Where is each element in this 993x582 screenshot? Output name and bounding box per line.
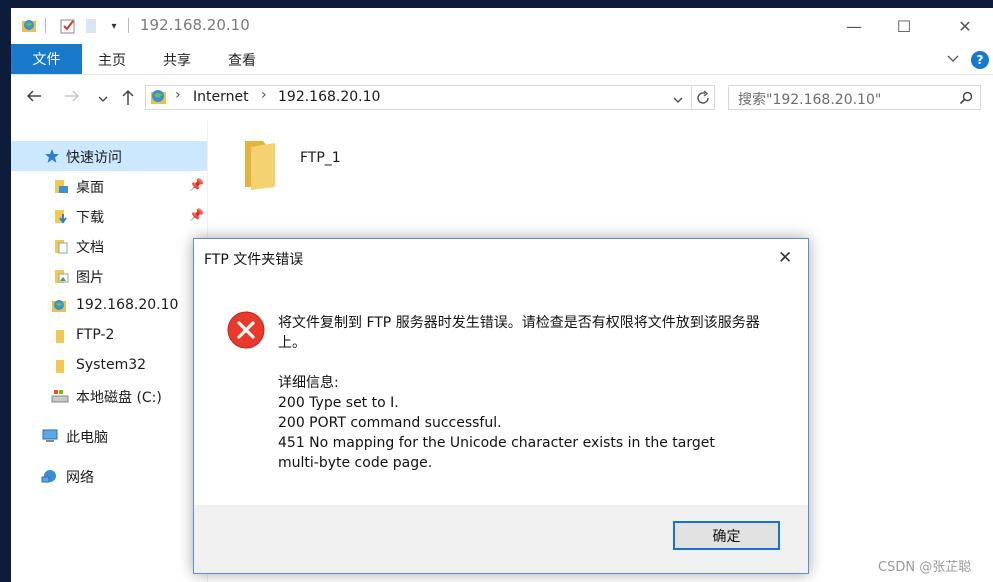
help-icon[interactable]: ? [971,51,989,69]
star-icon [44,148,60,164]
dialog-footer: 确定 [194,505,808,573]
nav-label: 本地磁盘 (C:) [76,390,162,406]
search-box[interactable]: 搜索"192.168.20.10" [728,85,981,110]
details-line: 200 PORT command successful. [278,415,502,431]
navigation-pane: 快速访问 桌面 📌 下载 📌 文档 图片 192.168.20.10 FTP-2… [11,119,208,582]
nav-label: 文档 [76,240,104,256]
network-location-icon [51,297,67,313]
details-line: 451 No mapping for the Unicode character… [278,435,715,451]
folder-label: FTP_1 [300,150,341,166]
nav-label: 192.168.20.10 [76,297,179,313]
recent-locations-icon[interactable] [97,90,109,109]
back-button[interactable] [25,88,43,108]
nav-this-pc[interactable]: 此电脑 [11,421,207,451]
computer-icon [41,428,58,444]
nav-label: 此电脑 [66,430,108,446]
dialog-close-button[interactable]: ✕ [778,248,792,268]
nav-item-system32[interactable]: System32 [11,351,207,381]
explorer-app-icon[interactable] [20,17,40,35]
ribbon: 文件 主页 共享 查看 [11,44,993,75]
details-line: multi-byte code page. [278,455,433,471]
documents-folder-icon [53,238,69,254]
title-bar: ▾ 192.168.20.10 — ☐ ✕ [11,8,993,44]
navigation-bar: › Internet › 192.168.20.10 搜索"192.168.20… [11,75,993,119]
network-location-icon [149,87,169,111]
error-details: 详细信息: 200 Type set to I. 200 PORT comman… [278,373,778,473]
nav-item-ftp2[interactable]: FTP-2 [11,321,207,351]
nav-quick-access[interactable]: 快速访问 [11,141,207,171]
desktop-folder-icon [53,178,69,194]
properties-icon[interactable] [58,17,78,35]
ftp-error-dialog: FTP 文件夹错误 ✕ 将文件复制到 FTP 服务器时发生错误。请检查是否有权限… [193,238,809,574]
nav-item-documents[interactable]: 文档 [11,231,207,261]
details-line: 200 Type set to I. [278,395,399,411]
nav-label: FTP-2 [76,327,115,343]
pictures-folder-icon [53,268,69,284]
nav-network[interactable]: 网络 [11,461,207,491]
details-heading: 详细信息: [278,375,339,391]
drive-icon [51,388,69,404]
new-folder-icon[interactable] [83,17,99,35]
tab-view[interactable]: 查看 [228,50,256,70]
downloads-folder-icon [53,208,69,224]
customize-toolbar-icon[interactable]: ▾ [107,17,121,35]
nav-item-local-disk[interactable]: 本地磁盘 (C:) [11,381,207,411]
tab-share[interactable]: 共享 [163,50,191,70]
nav-item-downloads[interactable]: 下载 📌 [11,201,207,231]
dialog-title: FTP 文件夹错误 [204,252,304,268]
nav-label: 网络 [66,470,94,486]
chevron-right-icon: › [175,87,181,103]
breadcrumb-internet[interactable]: Internet [193,89,249,105]
nav-label: 快速访问 [66,150,122,166]
nav-item-desktop[interactable]: 桌面 📌 [11,171,207,201]
toolbar-separator [128,18,129,33]
network-icon [41,468,57,484]
folder-icon [241,137,279,195]
watermark: CSDN @张芷聪 [878,560,972,575]
toolbar-separator [45,18,46,33]
ok-button[interactable]: 确定 [673,521,780,550]
up-button[interactable] [120,88,136,110]
pin-icon[interactable]: 📌 [189,208,204,222]
pin-icon[interactable]: 📌 [189,178,204,192]
nav-item-host[interactable]: 192.168.20.10 [11,291,207,321]
search-placeholder: 搜索"192.168.20.10" [738,92,882,108]
nav-label: 桌面 [76,180,104,196]
breadcrumb-host[interactable]: 192.168.20.10 [278,89,380,105]
window-title: 192.168.20.10 [140,16,250,34]
minimize-button[interactable]: — [831,8,877,44]
expand-ribbon-icon[interactable] [946,50,960,69]
nav-label: System32 [76,357,147,373]
chevron-right-icon: › [261,87,267,103]
tab-home[interactable]: 主页 [98,50,126,70]
error-message: 将文件复制到 FTP 服务器时发生错误。请检查是否有权限将文件放到该服务器上。 [278,315,760,351]
search-icon[interactable] [959,90,973,109]
nav-label: 图片 [76,270,104,286]
nav-item-pictures[interactable]: 图片 [11,261,207,291]
address-dropdown-icon[interactable] [672,91,684,110]
tab-file[interactable]: 文件 [11,44,82,74]
folder-icon [53,358,69,374]
maximize-button[interactable]: ☐ [881,8,927,44]
refresh-button[interactable] [691,85,715,110]
error-icon [227,311,265,349]
nav-label: 下载 [76,210,104,226]
folder-icon [53,328,69,344]
close-button[interactable]: ✕ [942,8,988,44]
address-bar[interactable]: › Internet › 192.168.20.10 [145,85,692,110]
forward-button[interactable] [63,88,81,108]
